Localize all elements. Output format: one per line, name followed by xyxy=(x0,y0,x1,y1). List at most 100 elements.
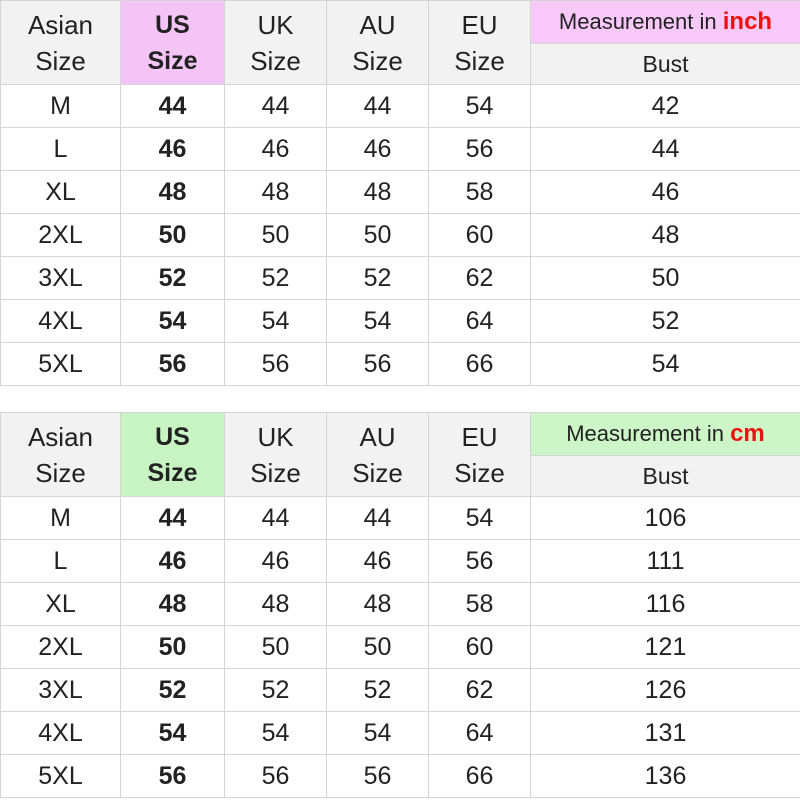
cell-bust: 48 xyxy=(530,213,800,257)
header-us-size: US Size xyxy=(120,0,225,85)
cell-us-size: 50 xyxy=(120,625,225,669)
cell-us-size: 52 xyxy=(120,668,225,712)
header-eu-size: EU Size xyxy=(428,0,531,85)
cell-us-size: 48 xyxy=(120,170,225,214)
header-us-size: US Size xyxy=(120,412,225,497)
cell-bust: 46 xyxy=(530,170,800,214)
cell-bust: 106 xyxy=(530,496,800,540)
table-row: XL 48 48 48 58 46 xyxy=(0,170,800,214)
table-row: 2XL 50 50 50 60 48 xyxy=(0,213,800,257)
cell-asian-size: L xyxy=(0,127,121,171)
cell-au-size: 52 xyxy=(326,256,429,300)
cell-uk-size: 56 xyxy=(224,754,327,798)
cell-us-size: 50 xyxy=(120,213,225,257)
cell-eu-size: 66 xyxy=(428,754,531,798)
cell-bust: 116 xyxy=(530,582,800,626)
cell-eu-size: 66 xyxy=(428,342,531,386)
cell-eu-size: 58 xyxy=(428,170,531,214)
cell-bust: 131 xyxy=(530,711,800,755)
cell-uk-size: 48 xyxy=(224,582,327,626)
cell-au-size: 50 xyxy=(326,213,429,257)
cell-asian-size: L xyxy=(0,539,121,583)
cell-uk-size: 44 xyxy=(224,496,327,540)
header-bust: Bust xyxy=(530,43,800,85)
table-row: 2XL 50 50 50 60 121 xyxy=(0,625,800,669)
cell-us-size: 46 xyxy=(120,539,225,583)
header-asian-size: Asian Size xyxy=(0,412,121,497)
size-chart-cm: Asian Size US Size UK Size AU Size EU Size Me… xyxy=(0,412,800,798)
cell-bust: 121 xyxy=(530,625,800,669)
cell-asian-size: XL xyxy=(0,582,121,626)
cell-us-size: 54 xyxy=(120,299,225,343)
header-uk-size: UK Size xyxy=(224,412,327,497)
cell-au-size: 46 xyxy=(326,539,429,583)
cell-eu-size: 62 xyxy=(428,668,531,712)
cell-au-size: 44 xyxy=(326,496,429,540)
cell-uk-size: 50 xyxy=(224,213,327,257)
cell-bust: 42 xyxy=(530,84,800,128)
cell-uk-size: 50 xyxy=(224,625,327,669)
measurement-unit: cm xyxy=(730,420,765,447)
table-row: 4XL 54 54 54 64 131 xyxy=(0,711,800,755)
cell-us-size: 56 xyxy=(120,342,225,386)
cell-au-size: 54 xyxy=(326,711,429,755)
cell-asian-size: XL xyxy=(0,170,121,214)
cell-us-size: 46 xyxy=(120,127,225,171)
size-rows-cm: M 44 44 44 54 106 L 46 46 46 56 111 XL 48 48 48 58 116 2XL… xyxy=(0,496,800,798)
cell-uk-size: 46 xyxy=(224,539,327,583)
cell-asian-size: 4XL xyxy=(0,299,121,343)
cell-us-size: 44 xyxy=(120,84,225,128)
cell-bust: 50 xyxy=(530,256,800,300)
cell-eu-size: 56 xyxy=(428,539,531,583)
cell-asian-size: 3XL xyxy=(0,668,121,712)
cell-uk-size: 46 xyxy=(224,127,327,171)
cell-bust: 52 xyxy=(530,299,800,343)
cell-uk-size: 54 xyxy=(224,299,327,343)
size-rows-inch: M 44 44 44 54 42 L 46 46 46 56 44 XL 48 48 48 58 46 2XL 50 5… xyxy=(0,84,800,386)
cell-asian-size: M xyxy=(0,496,121,540)
cell-au-size: 56 xyxy=(326,754,429,798)
table-row: XL 48 48 48 58 116 xyxy=(0,582,800,626)
cell-au-size: 48 xyxy=(326,582,429,626)
cell-uk-size: 48 xyxy=(224,170,327,214)
table-row: 3XL 52 52 52 62 126 xyxy=(0,668,800,712)
cell-eu-size: 54 xyxy=(428,84,531,128)
table-row: M 44 44 44 54 106 xyxy=(0,496,800,540)
table-separator xyxy=(0,388,800,408)
cell-au-size: 54 xyxy=(326,299,429,343)
table-row: L 46 46 46 56 111 xyxy=(0,539,800,583)
cell-au-size: 48 xyxy=(326,170,429,214)
cell-asian-size: M xyxy=(0,84,121,128)
cell-eu-size: 56 xyxy=(428,127,531,171)
cell-asian-size: 2XL xyxy=(0,625,121,669)
cell-eu-size: 60 xyxy=(428,213,531,257)
cell-eu-size: 60 xyxy=(428,625,531,669)
cell-asian-size: 2XL xyxy=(0,213,121,257)
cell-eu-size: 62 xyxy=(428,256,531,300)
cell-uk-size: 52 xyxy=(224,256,327,300)
cell-uk-size: 52 xyxy=(224,668,327,712)
cell-au-size: 56 xyxy=(326,342,429,386)
size-chart-inch: Asian Size US Size UK Size AU Size EU Size Me… xyxy=(0,0,800,386)
measurement-unit: inch xyxy=(722,8,773,35)
table-row: 4XL 54 54 54 64 52 xyxy=(0,299,800,343)
cell-bust: 54 xyxy=(530,342,800,386)
cell-asian-size: 3XL xyxy=(0,256,121,300)
cell-us-size: 52 xyxy=(120,256,225,300)
cell-asian-size: 4XL xyxy=(0,711,121,755)
cell-uk-size: 54 xyxy=(224,711,327,755)
cell-asian-size: 5XL xyxy=(0,342,121,386)
cell-asian-size: 5XL xyxy=(0,754,121,798)
table-row: 5XL 56 56 56 66 54 xyxy=(0,342,800,386)
header-au-size: AU Size xyxy=(326,0,429,85)
header-asian-size: Asian Size xyxy=(0,0,121,85)
cell-us-size: 48 xyxy=(120,582,225,626)
cell-bust: 136 xyxy=(530,754,800,798)
cell-us-size: 56 xyxy=(120,754,225,798)
cell-us-size: 44 xyxy=(120,496,225,540)
cell-bust: 111 xyxy=(530,539,800,583)
header-measurement-title: Measurement in cm xyxy=(530,412,800,456)
table-row: 5XL 56 56 56 66 136 xyxy=(0,754,800,798)
cell-au-size: 46 xyxy=(326,127,429,171)
cell-uk-size: 44 xyxy=(224,84,327,128)
